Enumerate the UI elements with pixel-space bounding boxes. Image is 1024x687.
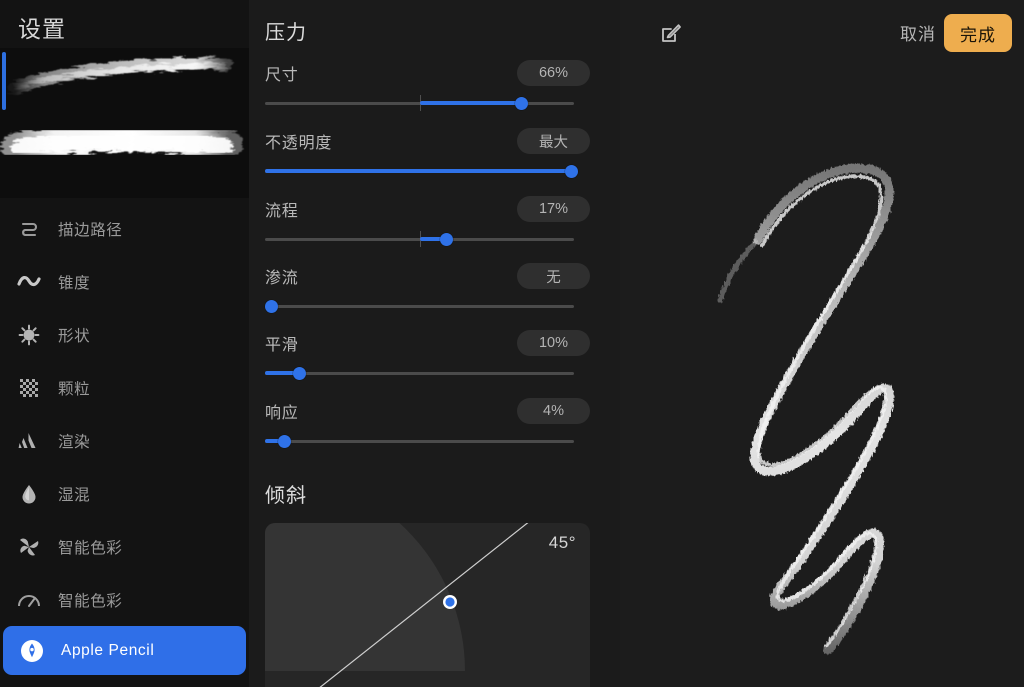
slider-header: 平滑 10% — [265, 328, 590, 358]
sidebar-item-label: 渲染 — [58, 433, 91, 451]
slider-label: 响应 — [265, 405, 299, 422]
sidebar-item-color-dynamics[interactable]: 智能色彩 — [0, 520, 249, 573]
sidebar-item-label: 颗粒 — [58, 380, 91, 398]
settings-sidebar: 设置 描边路径 锥度 形状 颗粒 渲染 湿混 智能色彩 智能色彩 Apple P… — [0, 0, 249, 687]
slider-knob[interactable] — [293, 367, 306, 380]
slider-fill — [420, 101, 521, 105]
tilt-handle[interactable] — [265, 523, 590, 687]
slider-fill — [265, 169, 571, 173]
shape-star-icon — [14, 322, 44, 348]
slider-track[interactable] — [265, 94, 590, 114]
slider-track-bg — [265, 372, 574, 375]
slider-label: 渗流 — [265, 270, 299, 287]
slider-label: 平滑 — [265, 337, 299, 354]
slider-knob[interactable] — [265, 300, 278, 313]
slider-track[interactable] — [265, 364, 590, 384]
slider-label: 不透明度 — [265, 135, 333, 152]
slider-track-bg — [265, 305, 574, 308]
tilt-angle-value: 45° — [548, 533, 576, 552]
slider-knob[interactable] — [565, 165, 578, 178]
sidebar-item-label: 智能色彩 — [58, 539, 123, 557]
slider-knob[interactable] — [278, 435, 291, 448]
sidebar-item-shape[interactable]: 形状 — [0, 308, 249, 361]
grain-icon — [14, 375, 44, 401]
wet-mix-drop-icon — [14, 481, 44, 507]
stroke-path-icon — [14, 216, 44, 242]
section-title-tilt: 倾斜 — [265, 485, 307, 507]
preview-stroke-graphic — [1, 57, 243, 163]
slider-track[interactable] — [265, 432, 590, 452]
dynamics-gauge-icon — [14, 587, 44, 613]
slider-header: 尺寸 66% — [265, 58, 590, 88]
brush-stroke-preview[interactable] — [0, 48, 249, 198]
canvas-brush-stroke — [717, 163, 894, 655]
sidebar-item-label: 描边路径 — [58, 221, 123, 239]
sidebar-item-render[interactable]: 渲染 — [0, 414, 249, 467]
slider-track[interactable] — [265, 162, 590, 182]
slider-value-pill[interactable]: 10% — [517, 330, 590, 356]
slider-track[interactable] — [265, 230, 590, 250]
sidebar-item-taper[interactable]: 锥度 — [0, 255, 249, 308]
settings-menu-list: 描边路径 锥度 形状 颗粒 渲染 湿混 智能色彩 智能色彩 Apple Penc… — [0, 202, 249, 675]
slider-track[interactable] — [265, 297, 590, 317]
slider-group-smoothing: 平滑 10% — [265, 328, 590, 384]
page-title: 设置 — [18, 16, 66, 42]
slider-header: 不透明度 最大 — [265, 126, 590, 156]
sidebar-item-stroke-path[interactable]: 描边路径 — [0, 202, 249, 255]
brush-studio-window: 设置 描边路径 锥度 形状 颗粒 渲染 湿混 智能色彩 智能色彩 Apple P… — [0, 0, 1024, 687]
brush-preview-canvas[interactable]: 取消 完成 — [620, 0, 1024, 687]
color-dynamics-icon — [14, 534, 44, 560]
slider-header: 流程 17% — [265, 194, 590, 224]
apple-pencil-icon — [17, 638, 47, 664]
render-bars-icon — [14, 428, 44, 454]
sidebar-item-label: 湿混 — [58, 486, 91, 504]
section-title-pressure: 压力 — [265, 22, 307, 44]
slider-value-pill[interactable]: 最大 — [517, 128, 590, 154]
sidebar-item-wet-mix[interactable]: 湿混 — [0, 467, 249, 520]
slider-knob[interactable] — [515, 97, 528, 110]
slider-value-pill[interactable]: 无 — [517, 263, 590, 289]
slider-label: 尺寸 — [265, 67, 299, 84]
slider-group-opacity: 不透明度 最大 — [265, 126, 590, 182]
sidebar-item-dynamics[interactable]: 智能色彩 — [0, 573, 249, 626]
sidebar-item-label: 锥度 — [58, 274, 91, 292]
slider-group-response: 响应 4% — [265, 396, 590, 452]
sidebar-item-apple-pencil[interactable]: Apple Pencil — [3, 626, 246, 675]
slider-group-bleed: 渗流 无 — [265, 261, 590, 317]
sidebar-item-label: Apple Pencil — [61, 641, 155, 659]
slider-track-bg — [265, 440, 574, 443]
slider-header: 响应 4% — [265, 396, 590, 426]
sidebar-item-label: 智能色彩 — [58, 592, 123, 610]
taper-wave-icon — [14, 269, 44, 295]
slider-group-size: 尺寸 66% — [265, 58, 590, 114]
slider-group-flow: 流程 17% — [265, 194, 590, 250]
slider-value-pill[interactable]: 4% — [517, 398, 590, 424]
sidebar-item-label: 形状 — [58, 327, 91, 345]
slider-label: 流程 — [265, 203, 299, 220]
tilt-angle-control[interactable]: 45° — [265, 523, 590, 687]
slider-value-pill[interactable]: 17% — [517, 196, 590, 222]
brush-settings-panel: 压力 尺寸 66% 不透明度 最大 流程 17% 渗流 无 平滑 10% 响应 … — [249, 0, 620, 687]
sidebar-item-grain[interactable]: 颗粒 — [0, 361, 249, 414]
slider-knob[interactable] — [440, 233, 453, 246]
slider-header: 渗流 无 — [265, 261, 590, 291]
slider-value-pill[interactable]: 66% — [517, 60, 590, 86]
